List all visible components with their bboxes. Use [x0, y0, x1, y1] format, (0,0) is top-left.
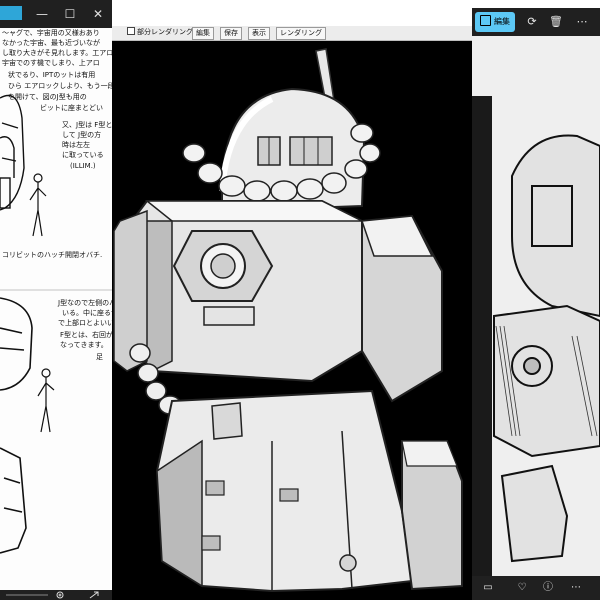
left-window-statusbar: [0, 590, 112, 600]
sketch-note-line: なってきます。: [60, 341, 108, 349]
sketch-caption: コリビットのハッチ開閉オバチ.: [2, 251, 103, 259]
sketch-note-line: して J型の方: [62, 131, 102, 139]
manga-panel-image: [472, 36, 600, 576]
photo-display: [472, 36, 600, 576]
edit-button[interactable]: 編集: [475, 12, 515, 32]
sketch-note-line: (ILLIM.): [70, 162, 96, 170]
sketch-note-line: 又、J型は F型と: [62, 121, 112, 129]
fullscreen-icon[interactable]: [89, 591, 99, 599]
maximize-button[interactable]: ☐: [56, 0, 84, 28]
minimize-button[interactable]: —: [28, 0, 56, 28]
sketch-note-line: を開けて、図のJ型も用の: [8, 93, 87, 101]
sketch-note-line: し取り大きがそ見れします。工アロ: [2, 49, 112, 57]
sketch-note-line: J型なので左側のハッチ: [58, 299, 112, 307]
edit-button-label: 編集: [494, 17, 510, 26]
edit-menu[interactable]: 編集: [192, 27, 214, 40]
zoom-in-icon[interactable]: [56, 591, 64, 599]
more-bottom-icon[interactable]: ⋯: [566, 578, 586, 598]
left-photo-window: — ☐ ✕ 〜ャグで、宇宙用の又様おあり なかった宇宙、最も近づいなが し取り大…: [0, 0, 113, 600]
photos-bottombar: ▭ ♡ ⓘ ⋯: [472, 576, 600, 600]
partial-render-checkbox[interactable]: [127, 27, 135, 35]
sketch-note-line: 〜ャグで、宇宙用の又様おあり: [2, 29, 100, 37]
sketch-note-line: なかった宇宙、最も近づいなが: [2, 39, 100, 47]
photos-window: 編集 ⟳ 🗑 ⋯ ▭ ♡ ⓘ ⋯: [472, 8, 600, 600]
info-icon[interactable]: ⓘ: [538, 578, 558, 598]
filmstrip-icon[interactable]: ▭: [478, 578, 498, 598]
delete-icon[interactable]: 🗑: [546, 12, 566, 32]
robot-render: [113, 48, 463, 593]
close-button[interactable]: ✕: [84, 0, 112, 28]
sketch-note-line: 状でるり、IPTのットは有用: [8, 71, 96, 79]
sketch-note-line: 時は左左: [62, 141, 90, 149]
render-menu[interactable]: レンダリング: [276, 27, 326, 40]
photos-toolbar: 編集 ⟳ 🗑 ⋯: [472, 8, 600, 36]
render-menubar: 部分レンダリング 編集 保存 表示 レンダリング: [112, 26, 472, 41]
sketch-note-line: 足: [96, 353, 103, 361]
more-options-icon[interactable]: ⋯: [572, 12, 592, 32]
rotate-icon[interactable]: ⟳: [522, 12, 542, 32]
sketch-note-line: ビットに座まとどい: [40, 104, 103, 112]
render-viewer-window: 部分レンダリング 編集 保存 表示 レンダリング: [112, 0, 472, 600]
sketch-note-line: F型とは、右回が開: [60, 331, 112, 339]
sketch-note-line: いる。中に座るつ: [62, 309, 112, 317]
favorite-icon[interactable]: ♡: [512, 578, 532, 598]
render-canvas: [112, 41, 472, 600]
sketch-note-line: に取っている: [62, 151, 104, 159]
left-window-titlebar: — ☐ ✕: [0, 0, 112, 28]
render-viewer-top-strip: [112, 0, 472, 26]
partial-render-toggle[interactable]: 部分レンダリング: [124, 27, 196, 38]
edit-image-icon: [480, 15, 491, 26]
app-accent-tab: [0, 6, 22, 20]
partial-render-label: 部分レンダリング: [137, 28, 193, 36]
sketch-note-line: 宇宙でのす機でしまり、上アロ: [2, 59, 100, 67]
save-menu[interactable]: 保存: [220, 27, 242, 40]
view-menu[interactable]: 表示: [248, 27, 270, 40]
sketch-note-line: ひら エアロックしより、もう一段: [8, 82, 112, 90]
sketch-note-line: で上部ロとよいいです。: [58, 319, 112, 327]
sketch-image: 〜ャグで、宇宙用の又様おあり なかった宇宙、最も近づいなが し取り大きがそ見れし…: [0, 28, 112, 590]
